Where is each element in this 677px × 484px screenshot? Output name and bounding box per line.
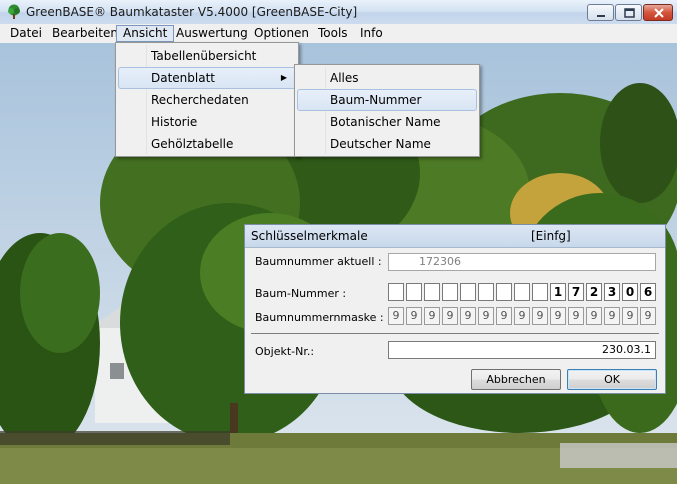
schluesselmerkmale-dialog: Schlüsselmerkmale [Einfg] Baumnummer akt… — [244, 224, 666, 394]
mask-cell: 9 — [496, 307, 512, 325]
baum-nummer-cell[interactable] — [532, 283, 548, 301]
baum-nummer-label: Baum-Nummer : — [255, 287, 347, 300]
baum-nummer-cell[interactable]: 1 — [550, 283, 566, 301]
mask-cell: 9 — [514, 307, 530, 325]
objekt-nr-label: Objekt-Nr.: — [255, 345, 315, 358]
menu-tools[interactable]: Tools — [312, 25, 354, 42]
baum-nummer-cell[interactable] — [442, 283, 458, 301]
mask-cell: 9 — [604, 307, 620, 325]
menu-item-datenblatt-label: Datenblatt — [151, 71, 216, 85]
mask-cell: 9 — [388, 307, 404, 325]
menu-item-recherchedaten[interactable]: Recherchedaten — [118, 89, 296, 111]
ok-button[interactable]: OK — [567, 369, 657, 390]
close-button[interactable] — [643, 4, 673, 21]
maximize-button[interactable] — [615, 4, 642, 21]
tree-icon — [8, 4, 20, 19]
submenu-arrow-icon: ▶ — [280, 73, 287, 82]
divider — [251, 333, 659, 334]
baum-nummer-cell[interactable] — [460, 283, 476, 301]
mask-cell: 9 — [460, 307, 476, 325]
mask-cell: 9 — [532, 307, 548, 325]
objekt-nr-input[interactable]: 230.03.1 — [388, 341, 656, 359]
menu-bearbeiten[interactable]: Bearbeiten — [46, 25, 124, 42]
mask-cell: 9 — [550, 307, 566, 325]
dialog-title: Schlüsselmerkmale — [251, 229, 368, 243]
baum-nummer-cell[interactable] — [424, 283, 440, 301]
ansicht-menu: Tabellenübersicht Datenblatt ▶ Recherche… — [115, 42, 299, 157]
mask-label: Baumnummernmaske : — [255, 311, 384, 324]
menu-auswertung[interactable]: Auswertung — [170, 25, 254, 42]
dialog-mode-indicator: [Einfg] — [531, 229, 571, 243]
menu-ansicht[interactable]: Ansicht — [116, 25, 175, 42]
menu-item-alles[interactable]: Alles — [297, 67, 477, 89]
mask-cell: 9 — [568, 307, 584, 325]
baum-nummer-cell[interactable] — [478, 283, 494, 301]
menu-item-gehoelztabelle[interactable]: Gehölztabelle — [118, 133, 296, 155]
window-title: GreenBASE® Baumkataster V5.4000 [GreenBA… — [26, 5, 358, 19]
baum-nummer-cell[interactable]: 7 — [568, 283, 584, 301]
menu-item-datenblatt[interactable]: Datenblatt ▶ — [118, 67, 296, 89]
menu-optionen[interactable]: Optionen — [248, 25, 315, 42]
current-number-label: Baumnummer aktuell : — [255, 255, 382, 268]
mask-cell: 9 — [640, 307, 656, 325]
baum-nummer-cell[interactable] — [514, 283, 530, 301]
cancel-button[interactable]: Abbrechen — [471, 369, 561, 390]
close-icon — [654, 8, 664, 18]
baum-nummer-cell[interactable]: 6 — [640, 283, 656, 301]
baum-nummer-cell[interactable]: 3 — [604, 283, 620, 301]
mask-cell: 9 — [406, 307, 422, 325]
mask-cell: 9 — [424, 307, 440, 325]
mask-cell: 9 — [478, 307, 494, 325]
menu-item-baum-nummer[interactable]: Baum-Nummer — [297, 89, 477, 111]
dialog-header: Schlüsselmerkmale [Einfg] — [245, 225, 665, 248]
minimize-button[interactable] — [587, 4, 614, 21]
restore-icon — [624, 8, 635, 18]
menu-item-botanischer-name[interactable]: Botanischer Name — [297, 111, 477, 133]
menu-info[interactable]: Info — [354, 25, 389, 42]
mask-cell: 9 — [442, 307, 458, 325]
baum-nummer-cell[interactable] — [496, 283, 512, 301]
datenblatt-submenu: Alles Baum-Nummer Botanischer Name Deuts… — [294, 64, 480, 157]
minimize-icon — [597, 15, 605, 17]
menu-item-deutscher-name[interactable]: Deutscher Name — [297, 133, 477, 155]
baum-nummer-cell[interactable] — [388, 283, 404, 301]
menu-item-historie[interactable]: Historie — [118, 111, 296, 133]
mask-cell: 9 — [622, 307, 638, 325]
current-number-field: 172306 — [388, 253, 656, 271]
baum-nummer-cell[interactable]: 0 — [622, 283, 638, 301]
menu-bar: Datei Bearbeiten Ansicht Auswertung Opti… — [0, 24, 677, 44]
baum-nummer-cell[interactable] — [406, 283, 422, 301]
menu-item-tabellenuebersicht[interactable]: Tabellenübersicht — [118, 45, 296, 67]
title-bar: GreenBASE® Baumkataster V5.4000 [GreenBA… — [0, 0, 677, 25]
mask-cell: 9 — [586, 307, 602, 325]
baum-nummer-cell[interactable]: 2 — [586, 283, 602, 301]
menu-datei[interactable]: Datei — [4, 25, 48, 42]
